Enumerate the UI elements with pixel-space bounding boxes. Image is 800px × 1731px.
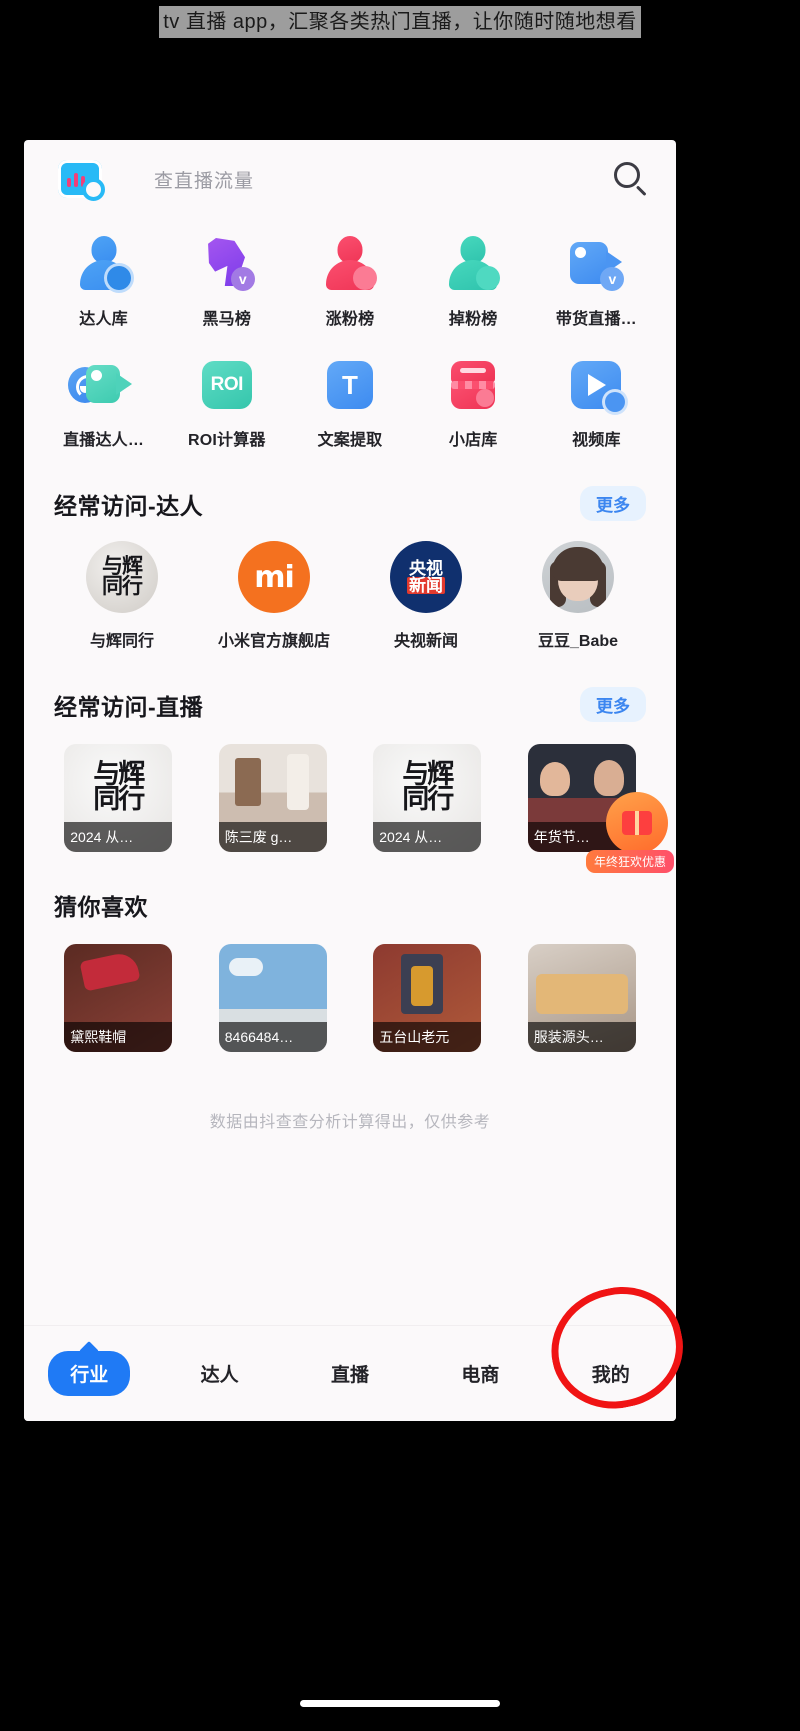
recommend-caption: 五台山老元 — [373, 1022, 482, 1052]
v-badge-icon: v — [230, 267, 255, 291]
shop-icon — [443, 355, 503, 415]
tools-grid-row1: 达人库 v 黑马榜 涨粉榜 掉粉榜 v 带货直播… — [24, 218, 676, 329]
live-card[interactable]: 陈三废 g… — [218, 744, 327, 852]
person-teal-icon — [443, 234, 503, 294]
dark-horse-icon: v — [197, 234, 257, 294]
live-caption: 2024 从… — [64, 822, 173, 852]
recommend-caption: 8466484… — [218, 1022, 327, 1052]
recommend-caption: 黛熙鞋帽 — [64, 1022, 173, 1052]
recommend-card[interactable]: 服装源头… — [527, 944, 636, 1052]
tool-label: 直播达人… — [63, 432, 145, 449]
live-card[interactable]: 与辉 同行 2024 从… — [373, 744, 482, 852]
section-title: 猜你喜欢 — [54, 894, 148, 920]
creator-label: 与辉同行 — [89, 633, 154, 650]
tool-roi-calculator[interactable]: ROI ROI计算器 — [165, 355, 288, 450]
tool-heima-bang[interactable]: v 黑马榜 — [165, 234, 288, 329]
avatar: 与辉 同行 — [86, 541, 158, 613]
tab-label: 达人 — [200, 1365, 239, 1386]
search-icon[interactable] — [614, 162, 648, 197]
tool-label: 达人库 — [79, 311, 128, 328]
recommend-caption: 服装源头… — [527, 1022, 636, 1052]
tool-label: 带货直播… — [555, 311, 637, 328]
tab-label: 行业 — [48, 1351, 131, 1396]
logo-bars — [67, 171, 92, 187]
avatar: 央视 新闻 — [390, 541, 462, 613]
recommend-card[interactable]: 黛熙鞋帽 — [64, 944, 173, 1052]
creator-label: 小米官方旗舰店 — [217, 633, 330, 650]
section-header-recommend: 猜你喜欢 — [24, 888, 676, 922]
tab-live[interactable]: 直播 — [285, 1360, 415, 1387]
tool-label: 黑马榜 — [202, 311, 252, 328]
section-title: 经常访问-直播 — [54, 693, 204, 720]
chat-bars-logo-icon — [58, 160, 105, 201]
text-extract-icon: T — [320, 355, 380, 415]
more-button-lives[interactable]: 更多 — [580, 687, 646, 722]
live-caption: 陈三废 g… — [218, 822, 327, 852]
more-button-creators[interactable]: 更多 — [580, 486, 646, 521]
caption-text: tv 直播 app，汇聚各类热门直播，让你随时随地想看 — [159, 6, 641, 38]
tool-daren-ku[interactable]: 达人库 — [42, 234, 165, 329]
creators-row: 与辉 同行 与辉同行 mi 小米官方旗舰店 央视 新闻 央视新闻 豆豆_Babe — [24, 525, 676, 651]
camcorder-blue-icon: v — [566, 234, 626, 294]
home-indicator — [300, 1700, 500, 1707]
creator-label: 央视新闻 — [393, 633, 458, 650]
tool-daihuo-zhibo[interactable]: v 带货直播… — [535, 234, 658, 329]
creator-label: 豆豆_Babe — [537, 633, 619, 650]
recommend-card[interactable]: 8466484… — [218, 944, 327, 1052]
tab-label: 电商 — [461, 1365, 500, 1386]
app-header: 查直播流量 — [24, 140, 676, 218]
tab-label: 直播 — [330, 1365, 369, 1386]
avatar — [542, 541, 614, 613]
promo-tag: 年终狂欢优惠 — [585, 850, 674, 873]
tab-mine[interactable]: 我的 — [546, 1360, 676, 1387]
creator-item[interactable]: mi 小米官方旗舰店 — [198, 541, 350, 651]
live-caption: 2024 从… — [373, 822, 482, 852]
tool-label: 小店库 — [448, 432, 498, 449]
tool-label: ROI计算器 — [187, 432, 266, 449]
recommend-card[interactable]: 五台山老元 — [373, 944, 482, 1052]
live-card[interactable]: 与辉 同行 2024 从… — [64, 744, 173, 852]
tool-label: 涨粉榜 — [325, 311, 375, 328]
roi-glyph: ROI — [201, 361, 252, 409]
footnote: 数据由抖查查分析计算得出，仅供参考 — [209, 1114, 491, 1131]
section-header-lives: 经常访问-直播 更多 — [24, 687, 676, 722]
app-screenshot: 查直播流量 达人库 v 黑马榜 涨粉榜 掉粉榜 v 带货直播… 直播达人… RO… — [24, 140, 676, 1421]
person-blue-icon — [74, 234, 134, 294]
roi-icon: ROI — [197, 355, 257, 415]
section-header-creators: 经常访问-达人 更多 — [24, 486, 676, 521]
headset-camcorder-icon — [67, 355, 134, 415]
t-glyph: T — [326, 361, 373, 409]
recommend-row: 黛熙鞋帽 8466484… 五台山老元 服装源头… — [24, 926, 676, 1052]
tool-zhibo-daren[interactable]: 直播达人… — [42, 355, 165, 450]
section-title: 经常访问-达人 — [54, 492, 204, 519]
tool-zhangfen-bang[interactable]: 涨粉榜 — [288, 234, 411, 329]
creator-item[interactable]: 豆豆_Babe — [502, 541, 654, 651]
tab-industry[interactable]: 行业 — [24, 1351, 154, 1396]
tool-diaofen-bang[interactable]: 掉粉榜 — [412, 234, 535, 329]
tool-label: 视频库 — [572, 432, 621, 449]
caption-banner: tv 直播 app，汇聚各类热门直播，让你随时随地想看 — [0, 6, 800, 38]
person-red-icon — [320, 234, 380, 294]
bottom-tabbar: 行业 达人 直播 电商 我的 — [24, 1325, 676, 1421]
v-badge-icon: v — [600, 267, 625, 291]
tab-ecommerce[interactable]: 电商 — [415, 1360, 545, 1387]
tool-label: 文案提取 — [317, 432, 383, 449]
gift-badge-icon[interactable] — [606, 792, 668, 854]
tab-label: 我的 — [591, 1365, 630, 1386]
tool-shipin-ku[interactable]: 视频库 — [535, 355, 658, 450]
lives-row: 与辉 同行 2024 从… 陈三废 g… 与辉 同行 2024 从… 年货节… 年终… — [24, 726, 676, 873]
tool-xiaodian-ku[interactable]: 小店库 — [412, 355, 535, 450]
creator-item[interactable]: 与辉 同行 与辉同行 — [46, 541, 198, 651]
creator-item[interactable]: 央视 新闻 央视新闻 — [350, 541, 502, 651]
screenshot-root: tv 直播 app，汇聚各类热门直播，让你随时随地想看 查直播流量 达人库 v … — [0, 0, 800, 1731]
search-input[interactable]: 查直播流量 — [154, 166, 254, 193]
tools-grid-row2: 直播达人… ROI ROI计算器 T 文案提取 小店库 视频库 — [24, 329, 676, 450]
tool-label: 掉粉榜 — [448, 311, 498, 328]
tab-creators[interactable]: 达人 — [154, 1360, 284, 1387]
avatar: mi — [238, 541, 310, 613]
tool-text-extract[interactable]: T 文案提取 — [288, 355, 411, 450]
video-play-icon — [566, 355, 626, 415]
